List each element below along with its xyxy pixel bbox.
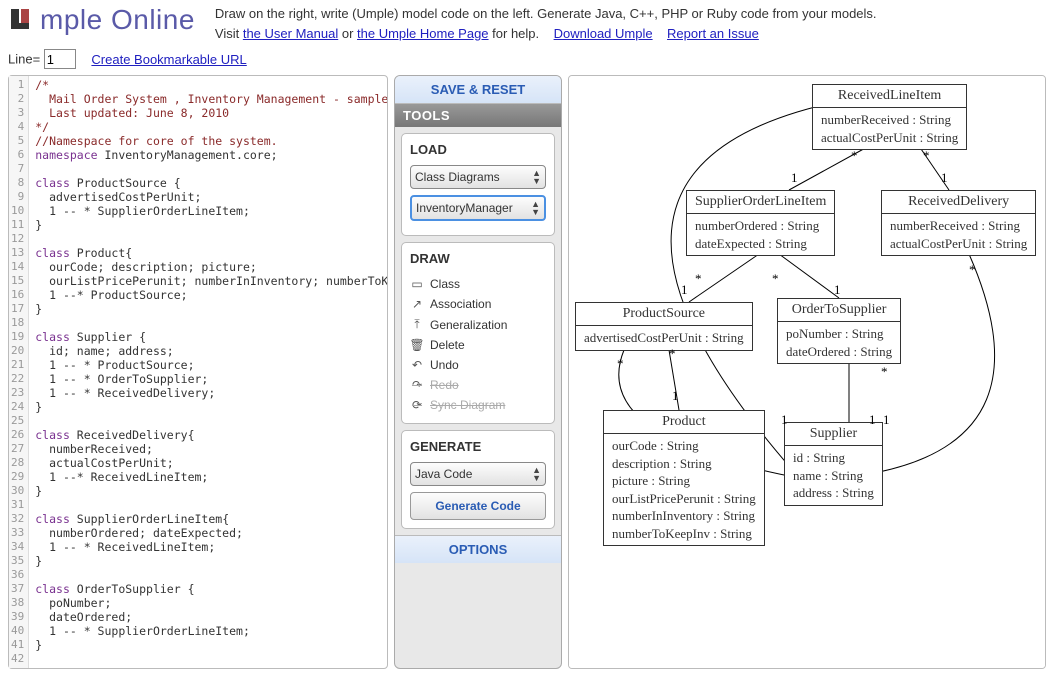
chevron-updown-icon: ▲▼ [531, 200, 540, 216]
generalization-icon: ⤒ [410, 317, 424, 332]
multiplicity-label: 1 [869, 412, 876, 428]
draw-tool-generalization[interactable]: ⤒Generalization [410, 314, 546, 335]
header: mple Online Draw on the right, write (Um… [0, 0, 1054, 47]
uml-class-title: ReceivedDelivery [882, 191, 1035, 214]
draw-tool-sync-diagram: ⟳Sync Diagram [410, 395, 546, 415]
multiplicity-label: 1 [883, 412, 890, 428]
uml-class-title: ReceivedLineItem [813, 85, 966, 108]
uml-class-Product[interactable]: ProductourCode : Stringdescription : Str… [603, 410, 765, 546]
association-icon: ↗ [410, 297, 424, 311]
header-description: Draw on the right, write (Umple) model c… [215, 4, 877, 43]
redo-icon: ↷ [410, 378, 424, 392]
generate-code-button[interactable]: Generate Code [410, 492, 546, 520]
multiplicity-label: * [881, 364, 888, 380]
uml-class-attrs: numberReceived : StringactualCostPerUnit… [813, 108, 966, 149]
main-area: 1234567891011121314151617181920212223242… [0, 75, 1054, 669]
chevron-updown-icon: ▲▼ [532, 466, 541, 482]
create-bookmark-link[interactable]: Create Bookmarkable URL [91, 52, 246, 67]
uml-class-title: ProductSource [576, 303, 752, 326]
generate-section: GENERATE Java Code ▲▼ Generate Code [401, 430, 555, 529]
delete-icon: 🗑 [410, 338, 424, 352]
header-line2: Visit the User Manual or the Umple Home … [215, 24, 877, 44]
line-gutter: 1234567891011121314151617181920212223242… [9, 76, 29, 668]
uml-class-Supplier[interactable]: Supplierid : Stringname : Stringaddress … [784, 422, 883, 506]
uml-class-ReceivedLineItem[interactable]: ReceivedLineItemnumberReceived : Stringa… [812, 84, 967, 150]
draw-header: DRAW [410, 251, 546, 266]
draw-tool-undo[interactable]: ↶Undo [410, 355, 546, 375]
multiplicity-label: 1 [781, 412, 788, 428]
tools-pane: SAVE & RESET TOOLS LOAD Class Diagrams ▲… [394, 75, 562, 669]
multiplicity-label: 1 [672, 388, 679, 404]
draw-tool-class[interactable]: ▭Class [410, 274, 546, 294]
logo: mple Online [8, 4, 195, 36]
multiplicity-label: 1 [834, 282, 841, 298]
draw-tool-delete[interactable]: 🗑Delete [410, 335, 546, 355]
uml-class-ReceivedDelivery[interactable]: ReceivedDeliverynumberReceived : Stringa… [881, 190, 1036, 256]
diagram-pane[interactable]: ReceivedLineItemnumberReceived : Stringa… [568, 75, 1046, 669]
uml-class-title: OrderToSupplier [778, 299, 900, 322]
multiplicity-label: * [969, 262, 976, 278]
line-number-input[interactable] [44, 49, 76, 69]
sync diagram-icon: ⟳ [410, 398, 424, 412]
uml-class-title: SupplierOrderLineItem [687, 191, 834, 214]
generate-language-select[interactable]: Java Code ▲▼ [410, 462, 546, 486]
class-icon: ▭ [410, 277, 424, 291]
class-diagrams-select[interactable]: Class Diagrams ▲▼ [410, 165, 546, 189]
uml-class-SupplierOrderLineItem[interactable]: SupplierOrderLineItemnumberOrdered : Str… [686, 190, 835, 256]
code-editor-pane[interactable]: 1234567891011121314151617181920212223242… [8, 75, 388, 669]
generate-header: GENERATE [410, 439, 546, 454]
multiplicity-label: * [695, 271, 702, 287]
uml-class-attrs: numberReceived : StringactualCostPerUnit… [882, 214, 1035, 255]
multiplicity-label: 1 [681, 282, 688, 298]
code-text[interactable]: /* Mail Order System , Inventory Managem… [29, 76, 387, 668]
draw-section: DRAW ▭Class↗Association⤒Generalization🗑D… [401, 242, 555, 424]
uml-class-title: Supplier [785, 423, 882, 446]
header-line1: Draw on the right, write (Umple) model c… [215, 4, 877, 24]
multiplicity-label: * [923, 148, 930, 164]
user-manual-link[interactable]: the User Manual [243, 26, 338, 41]
undo-icon: ↶ [410, 358, 424, 372]
example-select[interactable]: InventoryManager ▲▼ [410, 195, 546, 221]
uml-class-attrs: ourCode : Stringdescription : Stringpict… [604, 434, 764, 545]
options-button[interactable]: OPTIONS [395, 535, 561, 563]
download-link[interactable]: Download Umple [554, 26, 653, 41]
draw-tool-redo: ↷Redo [410, 375, 546, 395]
uml-class-title: Product [604, 411, 764, 434]
uml-class-attrs: numberOrdered : StringdateExpected : Str… [687, 214, 834, 255]
load-section: LOAD Class Diagrams ▲▼ InventoryManager … [401, 133, 555, 236]
multiplicity-label: * [669, 346, 676, 362]
umple-logo-icon [8, 6, 36, 34]
tools-header: TOOLS [395, 104, 561, 127]
uml-class-attrs: advertisedCostPerUnit : String [576, 326, 752, 350]
multiplicity-label: * [851, 148, 858, 164]
uml-class-ProductSource[interactable]: ProductSourceadvertisedCostPerUnit : Str… [575, 302, 753, 351]
draw-tool-association[interactable]: ↗Association [410, 294, 546, 314]
line-label: Line= [8, 52, 40, 67]
logo-text: mple Online [40, 4, 195, 36]
uml-class-OrderToSupplier[interactable]: OrderToSupplierpoNumber : StringdateOrde… [777, 298, 901, 364]
uml-class-attrs: poNumber : StringdateOrdered : String [778, 322, 900, 363]
home-page-link[interactable]: the Umple Home Page [357, 26, 489, 41]
line-row: Line= Create Bookmarkable URL [0, 47, 1054, 75]
multiplicity-label: 1 [941, 170, 948, 186]
multiplicity-label: * [617, 356, 624, 372]
multiplicity-label: * [772, 271, 779, 287]
load-header: LOAD [410, 142, 546, 157]
report-issue-link[interactable]: Report an Issue [667, 26, 759, 41]
save-reset-button[interactable]: SAVE & RESET [395, 76, 561, 104]
chevron-updown-icon: ▲▼ [532, 169, 541, 185]
multiplicity-label: 1 [791, 170, 798, 186]
uml-class-attrs: id : Stringname : Stringaddress : String [785, 446, 882, 505]
